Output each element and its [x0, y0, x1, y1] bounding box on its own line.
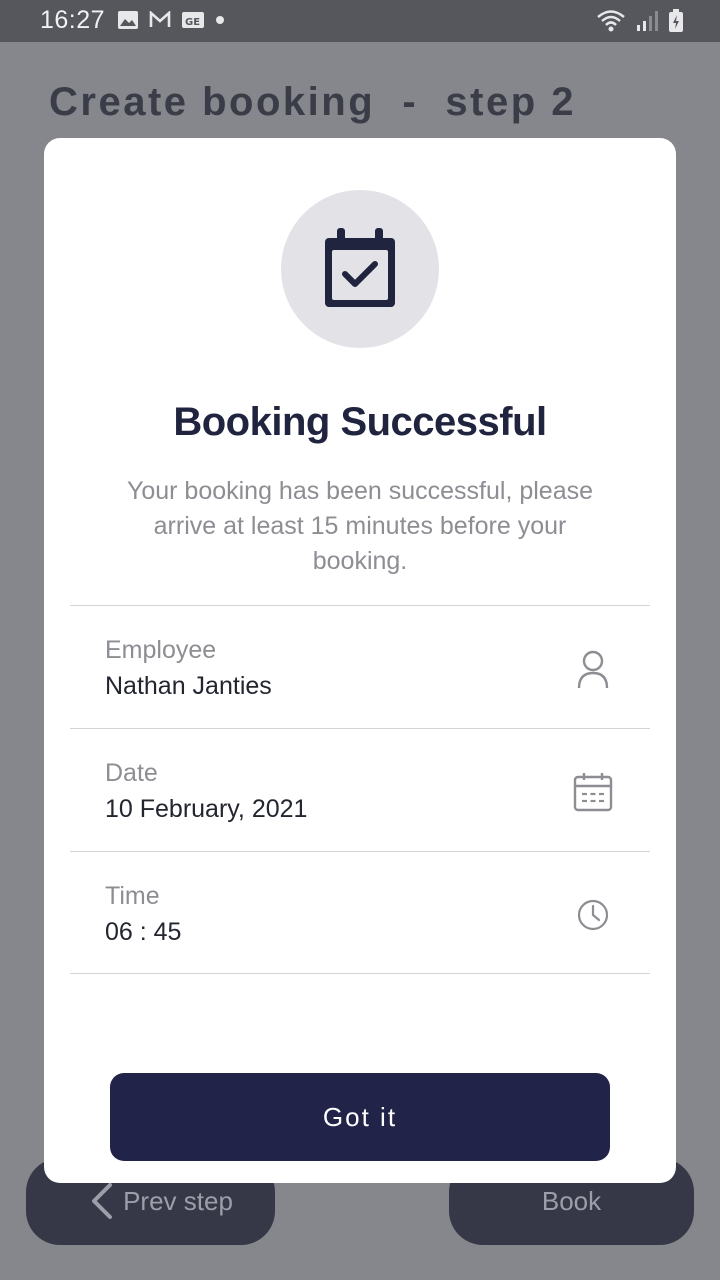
calendar-check-icon	[325, 228, 395, 307]
system-icons	[596, 9, 684, 33]
success-icon-badge	[281, 190, 439, 348]
date-label: Date	[105, 759, 158, 787]
time-value: 06 : 45	[105, 918, 182, 946]
employee-value: Nathan Janties	[105, 672, 272, 700]
dialog-message: Your booking has been successful, please…	[126, 477, 594, 575]
status-time: 16:27	[40, 6, 106, 34]
employee-label: Employee	[105, 636, 217, 664]
gmail-icon	[149, 11, 171, 27]
image-icon	[118, 11, 138, 29]
got-it-label: Got it	[322, 1101, 398, 1132]
employee-row: Employee Nathan Janties	[70, 605, 650, 728]
dialog-title: Booking Successful	[173, 400, 547, 444]
booking-success-dialog: Booking Successful Your booking has been…	[44, 138, 676, 1183]
prev-step-label: Prev step	[123, 1186, 233, 1216]
calendar-icon	[573, 773, 613, 812]
time-row: Time 06 : 45	[70, 851, 650, 974]
wifi-icon	[597, 10, 625, 32]
dot-icon	[216, 16, 224, 24]
page-title: Create booking - step 2	[49, 80, 577, 124]
chevron-left-icon	[92, 1183, 112, 1219]
book-label: Book	[541, 1186, 602, 1216]
got-it-button[interactable]: Got it	[110, 1073, 610, 1161]
battery-icon	[669, 9, 683, 32]
time-label: Time	[105, 882, 160, 910]
clock-icon	[577, 899, 609, 931]
notification-icons: GE	[117, 10, 225, 30]
signal-icon	[637, 11, 658, 31]
date-row: Date 10 February, 2021	[70, 728, 650, 851]
svg-text:GE: GE	[185, 17, 200, 28]
status-bar: 16:27 GE	[0, 0, 720, 42]
news-icon: GE	[182, 12, 204, 28]
date-value: 10 February, 2021	[105, 795, 308, 823]
person-icon	[577, 650, 609, 689]
